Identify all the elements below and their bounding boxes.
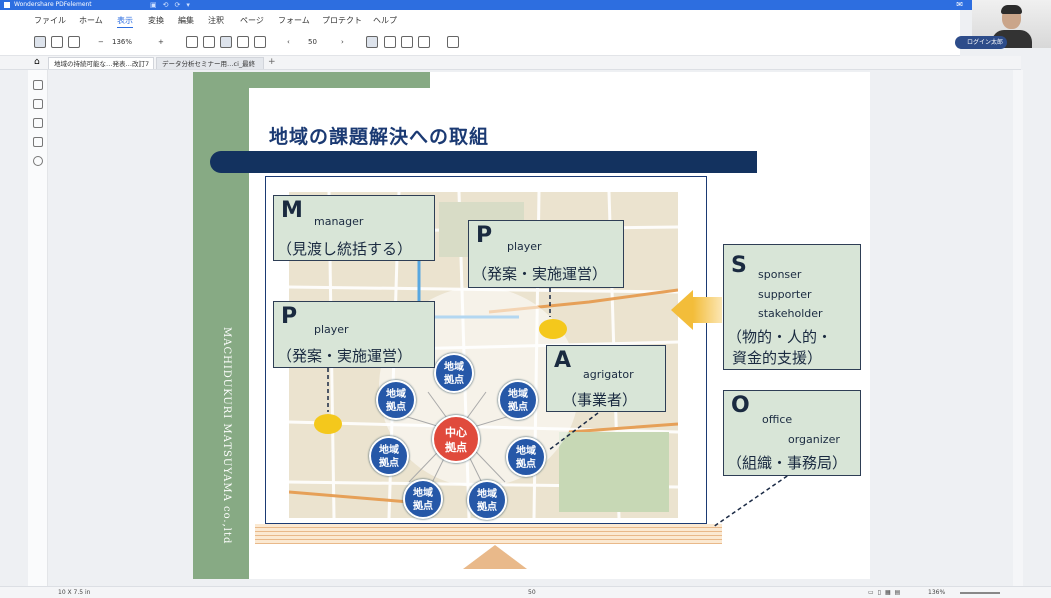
node-regional-hub-4: 地域 拠点 xyxy=(369,436,409,476)
box-manager-desc: （見渡し統括する） xyxy=(277,240,413,258)
mail-icon[interactable]: ✉ xyxy=(956,0,963,10)
box-office-desc: （組織・事務局） xyxy=(727,454,848,472)
thumbnail-icon[interactable] xyxy=(33,80,43,90)
home-icon[interactable]: ⌂ xyxy=(34,57,40,67)
box-agrigator-role: agrigator xyxy=(583,368,634,381)
continuous-icon[interactable] xyxy=(384,36,396,48)
menu-protect[interactable]: プロテクト xyxy=(322,15,362,26)
attachment-icon[interactable] xyxy=(33,137,43,147)
search-icon[interactable] xyxy=(33,156,43,166)
node-regional-hub-5: 地域 拠点 xyxy=(506,437,546,477)
menu-edit[interactable]: 編集 xyxy=(178,15,194,26)
box-player-top: P player （発案・実施運営） xyxy=(468,220,624,288)
box-player-left-role: player xyxy=(314,323,349,336)
box-agrigator: A agrigator （事業者） xyxy=(546,345,666,412)
tab-bar: ⌂ 地域の持続可能な…発表…改訂7 データ分析セミナー用…ci_最終 + xyxy=(0,56,1021,70)
node-regional-hub-1: 地域 拠点 xyxy=(434,353,474,393)
menu-convert[interactable]: 変換 xyxy=(148,15,164,26)
fit-width-icon[interactable] xyxy=(186,36,198,48)
box-player-left: P player （発案・実施運営） xyxy=(273,301,435,368)
box-office: O office organizer （組織・事務局） xyxy=(723,390,861,476)
document-page: MACHIDUKURI MATSUYAMA co.,ltd 地域の課題解決への取… xyxy=(193,72,870,579)
box-sponsor-role-3: stakeholder xyxy=(758,307,823,320)
page-number[interactable]: 50 xyxy=(308,38,317,46)
grid-view-icon[interactable] xyxy=(447,36,459,48)
right-scroll-rail[interactable] xyxy=(1013,70,1023,590)
status-zoom-level[interactable]: 136% xyxy=(928,587,945,598)
actual-size-icon[interactable] xyxy=(220,36,232,48)
box-sponsor-role-2: supporter xyxy=(758,288,812,301)
box-sponsor: S sponser supporter stakeholder （物的・人的・ … xyxy=(723,244,861,370)
box-office-role-1: office xyxy=(762,413,793,426)
menu-bar: ファイル ホーム 表示 変換 編集 注釈 ページ フォーム プロテクト ヘルプ xyxy=(0,10,960,30)
quick-access-icons[interactable]: ▣⟲⟳▾ xyxy=(150,0,196,10)
view-mode-icons[interactable]: ▭▯▦▤ xyxy=(868,587,904,598)
menu-home[interactable]: ホーム xyxy=(79,15,103,26)
box-sponsor-desc-1: （物的・人的・ xyxy=(727,328,833,346)
menu-form[interactable]: フォーム xyxy=(278,15,310,26)
two-page-icon[interactable] xyxy=(401,36,413,48)
box-player-left-desc: （発案・実施運営） xyxy=(277,347,413,365)
menu-help[interactable]: ヘルプ xyxy=(373,15,397,26)
single-page-icon[interactable] xyxy=(366,36,378,48)
box-manager-role: manager xyxy=(314,215,364,228)
menu-comment[interactable]: 注釈 xyxy=(208,15,224,26)
app-title: Wondershare PDFelement xyxy=(14,1,92,8)
status-bar: 10 X 7.5 in 50 ▭▯▦▤ 136% xyxy=(0,586,1051,598)
comment-icon[interactable] xyxy=(33,118,43,128)
next-page-icon[interactable]: › xyxy=(341,38,344,46)
box-sponsor-role-1: sponser xyxy=(758,268,802,281)
zoom-out-icon[interactable]: − xyxy=(98,38,104,46)
box-manager: M manager （見渡し統括する） xyxy=(273,195,435,261)
zoom-in-icon[interactable]: + xyxy=(158,38,164,46)
bookmark-icon[interactable] xyxy=(33,99,43,109)
tab-document-2[interactable]: データ分析セミナー用…ci_最終 xyxy=(156,57,264,69)
edit-tool-icon[interactable] xyxy=(68,36,80,48)
menu-view[interactable]: 表示 xyxy=(117,15,133,28)
box-sponsor-desc-2: 資金的支援） xyxy=(732,349,823,367)
page-size-label: 10 X 7.5 in xyxy=(58,589,91,596)
menu-file[interactable]: ファイル xyxy=(34,15,66,26)
box-sponsor-letter: S xyxy=(731,253,747,278)
rotate-icon[interactable] xyxy=(254,36,266,48)
box-office-role-2: organizer xyxy=(788,433,840,446)
tab-document-1[interactable]: 地域の持続可能な…発表…改訂7 xyxy=(48,57,154,69)
box-player-top-letter: P xyxy=(476,223,493,248)
box-player-left-letter: P xyxy=(281,304,298,329)
box-player-top-desc: （発案・実施運営） xyxy=(472,265,608,283)
user-button[interactable]: ログイン太郎 xyxy=(955,36,1007,49)
box-agrigator-desc: （事業者） xyxy=(562,391,638,409)
two-continuous-icon[interactable] xyxy=(418,36,430,48)
toolbar: − 136% + ‹ 50 › xyxy=(0,30,960,56)
node-regional-hub-6: 地域 拠点 xyxy=(403,479,443,519)
left-panel-rail xyxy=(28,70,48,590)
box-agrigator-letter: A xyxy=(554,348,572,373)
status-page-number[interactable]: 50 xyxy=(528,587,536,598)
box-office-letter: O xyxy=(731,393,750,418)
node-regional-hub-2: 地域 拠点 xyxy=(376,380,416,420)
fit-visible-icon[interactable] xyxy=(237,36,249,48)
box-manager-letter: M xyxy=(281,198,303,223)
node-regional-hub-7: 地域 拠点 xyxy=(467,480,507,520)
box-player-top-role: player xyxy=(507,240,542,253)
support-arrow xyxy=(671,290,693,330)
hand-tool-icon[interactable] xyxy=(51,36,63,48)
zoom-slider[interactable] xyxy=(960,592,1000,594)
app-logo-icon xyxy=(4,1,10,8)
node-regional-hub-3: 地域 拠点 xyxy=(498,380,538,420)
zoom-level[interactable]: 136% xyxy=(112,38,132,46)
support-arrow-tail xyxy=(693,297,722,323)
prev-page-icon[interactable]: ‹ xyxy=(287,38,290,46)
fit-page-icon[interactable] xyxy=(203,36,215,48)
new-tab-icon[interactable]: + xyxy=(268,57,276,67)
node-central-hub: 中心 拠点 xyxy=(432,415,480,463)
select-tool-icon[interactable] xyxy=(34,36,46,48)
title-bar: Wondershare PDFelement ▣⟲⟳▾ ✉ xyxy=(0,0,1051,10)
menu-page[interactable]: ページ xyxy=(240,15,264,26)
